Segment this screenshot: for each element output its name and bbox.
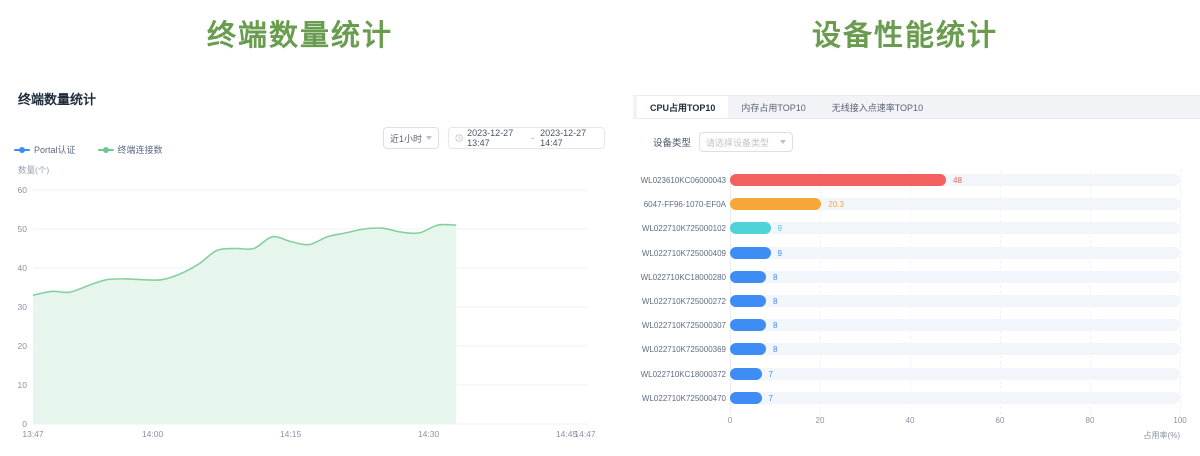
bar-row: WL022710K725000307 8: [633, 319, 1200, 331]
device-name-label: WL022710KC18000372: [633, 370, 726, 379]
bar-value-label: 20.3: [828, 200, 844, 209]
bar[interactable]: [730, 392, 762, 404]
bar[interactable]: [730, 343, 766, 355]
y-tick-label: 20: [18, 341, 28, 351]
x-tick-label: 0: [715, 416, 745, 425]
bar-value-label: 8: [773, 321, 777, 330]
bar-track: [730, 319, 1180, 331]
x-tick-label: 20: [805, 416, 835, 425]
x-tick-label: 14:15: [280, 429, 302, 439]
cpu-top10-bar-chart: 0 20 40 60 80 100 WL023610KC06000043 48 6047-…: [633, 0, 1200, 456]
x-tick-label: 80: [1075, 416, 1105, 425]
device-name-label: WL022710K725000470: [633, 394, 726, 403]
series-area-fill: [33, 225, 456, 424]
bar[interactable]: [730, 271, 766, 283]
bar-row: WL022710K725000409 9: [633, 247, 1200, 259]
terminal-count-area-chart: 010203040506013:4714:0014:1514:3014:4514…: [0, 0, 610, 456]
device-name-label: WL022710K725000307: [633, 321, 726, 330]
x-axis-unit-label: 占用率(%): [1144, 430, 1180, 441]
device-name-label: WL022710K725000409: [633, 249, 726, 258]
y-tick-label: 30: [18, 302, 28, 312]
bar-track: [730, 368, 1180, 380]
device-name-label: WL023610KC06000043: [633, 176, 726, 185]
y-tick-label: 0: [22, 419, 27, 429]
device-name-label: 6047-FF96-1070-EF0A: [633, 200, 726, 209]
bar-row: WL022710K725000470 7: [633, 392, 1200, 404]
bar-value-label: 8: [773, 345, 777, 354]
bar[interactable]: [730, 247, 771, 259]
x-tick-label: 14:47: [574, 429, 596, 439]
bar[interactable]: [730, 198, 821, 210]
dashboard: 终端数量统计 设备性能统计 终端数量统计 近1小时 2023-12-27 13:…: [0, 0, 1200, 456]
bar-row: WL022710K725000102 9: [633, 222, 1200, 234]
device-performance-card: CPU占用TOP10 内存占用TOP10 无线接入点速率TOP10 设备类型 请…: [633, 0, 1200, 456]
x-tick-label: 40: [895, 416, 925, 425]
bar[interactable]: [730, 368, 762, 380]
y-tick-label: 50: [18, 224, 28, 234]
bar[interactable]: [730, 319, 766, 331]
bar-track: [730, 343, 1180, 355]
x-tick-label: 100: [1165, 416, 1195, 425]
bar-value-label: 7: [769, 394, 773, 403]
y-tick-label: 60: [18, 185, 28, 195]
bar-row: WL022710K725000272 8: [633, 295, 1200, 307]
device-name-label: WL022710K725000102: [633, 224, 726, 233]
bar-value-label: 7: [769, 370, 773, 379]
bar[interactable]: [730, 174, 946, 186]
bar-track: [730, 271, 1180, 283]
bar-value-label: 8: [773, 297, 777, 306]
device-name-label: WL022710KC18000280: [633, 273, 726, 282]
x-tick-label: 14:30: [418, 429, 440, 439]
bar-row: WL023610KC06000043 48: [633, 174, 1200, 186]
bar-track: [730, 222, 1180, 234]
device-name-label: WL022710K725000369: [633, 345, 726, 354]
y-tick-label: 10: [18, 380, 28, 390]
bar-value-label: 8: [773, 273, 777, 282]
x-tick-label: 13:47: [22, 429, 44, 439]
bar-row: WL022710K725000369 8: [633, 343, 1200, 355]
x-tick-label: 14:00: [142, 429, 164, 439]
bar-row: 6047-FF96-1070-EF0A 20.3: [633, 198, 1200, 210]
bar-track: [730, 295, 1180, 307]
bar-value-label: 48: [953, 176, 962, 185]
bar-track: [730, 392, 1180, 404]
bar[interactable]: [730, 222, 771, 234]
y-axis-title: 数量(个): [18, 165, 49, 175]
device-name-label: WL022710K725000272: [633, 297, 726, 306]
bar-row: WL022710KC18000280 8: [633, 271, 1200, 283]
bar-track: [730, 247, 1180, 259]
bar[interactable]: [730, 295, 766, 307]
x-tick-label: 60: [985, 416, 1015, 425]
y-tick-label: 40: [18, 263, 28, 273]
bar-value-label: 9: [778, 224, 782, 233]
bar-value-label: 9: [778, 249, 782, 258]
bar-row: WL022710KC18000372 7: [633, 368, 1200, 380]
